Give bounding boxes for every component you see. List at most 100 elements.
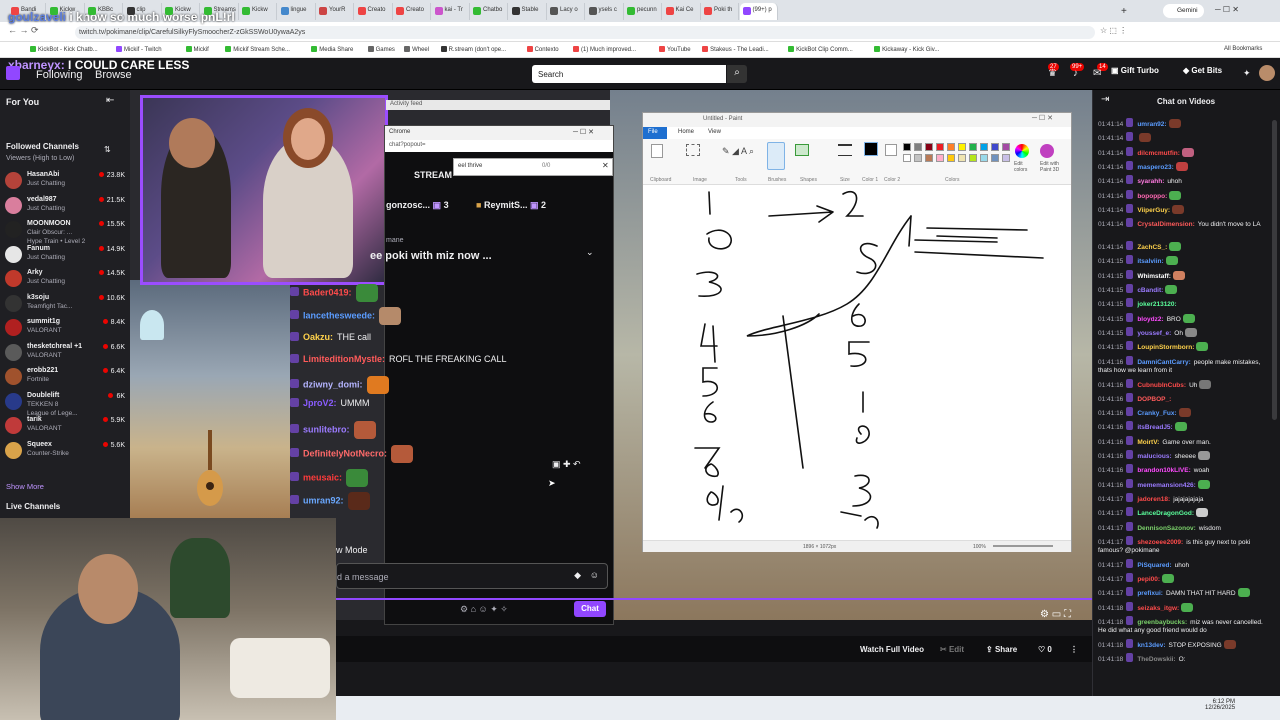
palette-swatch[interactable] [958,143,966,151]
chat-username[interactable]: dziwny_domi: [303,379,363,389]
sidebar-channel[interactable]: Doublelift TEKKEN 8 6K League of Lege... [5,391,125,417]
palette-swatch[interactable] [991,154,999,162]
sidebar-channel[interactable]: Fanum Just Chatting 14.9K [5,244,125,266]
browser-tab[interactable]: pecunn [624,3,662,20]
browser-tab[interactable]: clip [124,3,162,20]
chat-username[interactable]: Bader0419: [303,287,352,297]
chat-username[interactable]: PiSquared: [1137,562,1171,569]
chat-username[interactable]: CrystalDimension: [1137,221,1194,228]
browser-tab[interactable]: Stable [509,3,547,20]
chat-username[interactable]: DamniCantCarry: [1137,359,1190,366]
like-button[interactable]: ♡ 0 [1038,645,1052,654]
chat-username[interactable]: DefinitelyNotNecro: [303,448,387,458]
bookmark-item[interactable]: Mickif - Twitch [116,46,162,53]
message-actions[interactable]: ▣ ✚ ↶ [552,459,581,470]
popout-url[interactable]: chat?popout= [385,140,613,152]
palette-swatch[interactable] [903,154,911,162]
chat-username[interactable]: bopoppo: [1137,193,1167,200]
bookmark-item[interactable]: (1) Much improved... [573,46,636,53]
extension-icons[interactable]: ☆ ⬚ ⋮ [1100,26,1127,35]
paint-menu-file[interactable]: File [643,127,667,139]
palette-swatch[interactable] [947,143,955,151]
browser-tab[interactable]: Streams [201,3,239,20]
chat-username[interactable]: TheDowskii: [1137,656,1175,663]
palette-swatch[interactable] [947,154,955,162]
chat-username[interactable]: LanceDragonGod: [1137,510,1194,517]
color1-swatch[interactable] [864,142,878,156]
sidebar-channel[interactable]: k3soju Teamfight Tac... 10.6K [5,293,125,315]
inbox-icon[interactable]: ✉ [1093,68,1105,79]
palette-swatch[interactable] [936,143,944,151]
chat-username[interactable]: ZachCS_: [1137,244,1167,251]
paint-menu-home[interactable]: Home [678,129,694,135]
bookmark-item[interactable]: Media Share [311,46,353,53]
brushes-icon[interactable] [767,142,785,170]
chat-username[interactable]: prefixui: [1137,590,1163,597]
chat-username[interactable]: umran92: [303,495,344,505]
bookmark-item[interactable]: Mickif Stream Sche... [225,46,290,53]
browser-tab[interactable]: Kai Ce [663,3,701,20]
bookmark-item[interactable]: R.stream (don't ope... [440,46,506,53]
edit-colors-icon[interactable] [1015,144,1029,158]
chat-username[interactable]: greenbaybucks: [1137,619,1187,626]
find-input[interactable]: eel thrive [458,163,482,169]
paste-icon[interactable] [651,144,663,158]
palette-swatch[interactable] [936,154,944,162]
chat-username[interactable]: lancethesweede: [303,310,375,320]
sidebar-channel[interactable]: Squeex Counter-Strike 5.6K [5,440,125,462]
avatar[interactable] [1259,65,1275,81]
browser-tab[interactable]: Creato [393,3,431,20]
palette-swatch[interactable] [980,154,988,162]
browser-tab[interactable]: YourR [316,3,354,20]
chat-username[interactable]: JproV2: [303,398,337,408]
chat-username[interactable]: kn13dev: [1137,642,1165,649]
chat-username[interactable]: LoupinStormborn: [1137,344,1194,351]
chat-username[interactable]: shezoeee2009: [1137,539,1183,546]
chat-username[interactable]: LimiteditionMystle: [303,354,385,364]
chat-scrollbar[interactable] [1272,120,1277,420]
crown-icon[interactable]: ♛ [1048,68,1060,79]
gemini-button[interactable]: Gemini [1163,4,1204,18]
palette-swatch[interactable] [991,143,999,151]
search-icon[interactable]: ⌕ [727,65,747,83]
sidebar-channel[interactable]: MOONMOON Clair Obscur: ... 15.5K Hype Train… [5,219,125,245]
palette-swatch[interactable] [914,143,922,151]
browser-tab[interactable]: (99+) p [739,3,778,20]
chat-username[interactable]: bloydz2: [1137,316,1163,323]
palette-swatch[interactable] [980,143,988,151]
palette-swatch[interactable] [1002,143,1010,151]
back-forward-icons[interactable]: ← → ⟳ [8,25,39,36]
chat-username[interactable]: joker213120: [1137,301,1176,308]
chevron-down-icon[interactable]: ⌄ [586,247,594,258]
chat-username[interactable]: cBandit: [1137,287,1163,294]
sidebar-channel[interactable]: thesketchreal +1 VALORANT 6.6K [5,342,125,364]
chat-username[interactable]: brandon10kLIVE: [1137,467,1190,474]
chat-username[interactable]: youssef_e: [1137,330,1171,337]
twitch-logo-icon[interactable] [6,66,20,80]
chat-username[interactable]: pepi00: [1137,576,1160,583]
url-field[interactable]: twitch.tv/pokimane/clip/CarefulSilkyFlyS… [75,26,1095,39]
chat-username[interactable]: malucious: [1137,453,1171,460]
sort-icon[interactable]: ⇅ [104,145,111,154]
sidebar-channel[interactable]: tarik VALORANT 5.9K [5,415,125,437]
browser-tab[interactable]: Poki th [701,3,739,20]
popout-window-controls[interactable]: ─ ☐ ✕ [573,128,594,136]
browser-tab[interactable]: Kickw [47,3,85,20]
collapse-sidebar-icon[interactable]: ⇤ [106,95,114,106]
browser-tab[interactable]: Lacy o [547,3,585,20]
chat-username[interactable]: syarahh: [1137,178,1164,185]
show-more-link[interactable]: Show More [6,482,44,491]
all-bookmarks[interactable]: All Bookmarks [1224,46,1262,52]
palette-swatch[interactable] [914,154,922,162]
search-input[interactable]: Search [532,65,726,83]
browser-tab[interactable]: Chatbo [470,3,508,20]
palette-swatch[interactable] [903,143,911,151]
chat-username[interactable]: umran92: [1137,121,1166,128]
sidebar-channel[interactable]: Arky Just Chatting 14.5K [5,268,125,290]
paint3d-icon[interactable] [1040,144,1054,158]
shapes-icon[interactable] [795,144,809,156]
more-options-icon[interactable]: ⋮ [1070,645,1078,654]
share-button[interactable]: ⇪ Share [986,645,1017,654]
chat-username[interactable]: dilcmcmutfin: [1137,150,1180,157]
sidebar-channel[interactable]: erobb221 Fortnite 6.4K [5,366,125,388]
